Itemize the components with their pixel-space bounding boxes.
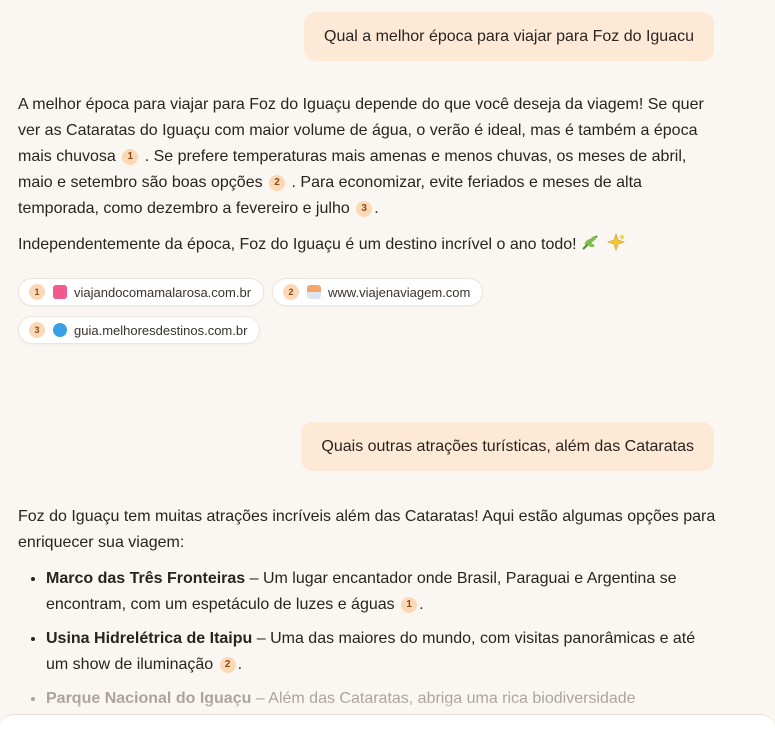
herb-icon bbox=[581, 233, 601, 260]
citation-badge-2[interactable]: 2 bbox=[269, 175, 286, 191]
assistant-answer-2: Foz do Iguaçu tem muitas atrações incrív… bbox=[18, 504, 718, 720]
sparkles-icon bbox=[606, 233, 626, 260]
source-chip-2[interactable]: 2 www.viajenaviagem.com bbox=[272, 278, 484, 306]
user-message-2-text: Quais outras atrações turísticas, além d… bbox=[321, 437, 694, 455]
blue-round-icon bbox=[53, 323, 67, 337]
list-item-end: . bbox=[419, 596, 424, 613]
answer-1-paragraph-2: Independentemente da época, Foz do Iguaç… bbox=[18, 232, 718, 260]
user-message-1: Qual a melhor época para viajar para Foz… bbox=[304, 12, 714, 61]
source-domain: guia.melhoresdestinos.com.br bbox=[74, 322, 248, 338]
user-message-2: Quais outras atrações turísticas, além d… bbox=[301, 422, 714, 471]
list-item-end: . bbox=[237, 656, 243, 673]
user-message-1-text: Qual a melhor época para viajar para Foz… bbox=[324, 27, 694, 45]
source-number: 3 bbox=[29, 322, 45, 338]
answer-2-intro: Foz do Iguaçu tem muitas atrações incrív… bbox=[18, 508, 716, 551]
list-item: Marco das Três Fronteiras – Um lugar enc… bbox=[46, 566, 718, 618]
list-item: Usina Hidrelétrica de Itaipu – Uma das m… bbox=[46, 626, 718, 678]
source-domain: www.viajenaviagem.com bbox=[328, 284, 471, 300]
source-chip-1[interactable]: 1 viajandocomamalarosa.com.br bbox=[18, 278, 265, 306]
source-list: 1 viajandocomamalarosa.com.br 2 www.viaj… bbox=[18, 278, 558, 344]
citation-badge-2[interactable]: 2 bbox=[219, 657, 236, 673]
list-item-title: Marco das Três Fronteiras bbox=[46, 570, 246, 587]
assistant-answer-1: A melhor época para viajar para Foz do I… bbox=[18, 92, 718, 260]
orange-logo-icon bbox=[307, 285, 322, 299]
list-item-title: Usina Hidrelétrica de Itaipu bbox=[46, 630, 253, 647]
citation-badge-1[interactable]: 1 bbox=[401, 597, 418, 613]
answer-1-paragraph-1: A melhor época para viajar para Foz do I… bbox=[18, 92, 718, 222]
source-number: 2 bbox=[283, 284, 300, 300]
source-number: 1 bbox=[29, 284, 45, 300]
attractions-list: Marco das Três Fronteiras – Um lugar enc… bbox=[18, 566, 718, 712]
answer-1-text-end: . bbox=[374, 200, 379, 217]
answer-1-closing-text: Independentemente da época, Foz do Iguaç… bbox=[18, 236, 577, 253]
citation-badge-1[interactable]: 1 bbox=[122, 149, 139, 165]
source-chip-3[interactable]: 3 guia.melhoresdestinos.com.br bbox=[18, 316, 261, 344]
pink-square-icon bbox=[53, 285, 67, 299]
source-domain: viajandocomamalarosa.com.br bbox=[74, 284, 252, 300]
citation-badge-3[interactable]: 3 bbox=[356, 201, 373, 217]
